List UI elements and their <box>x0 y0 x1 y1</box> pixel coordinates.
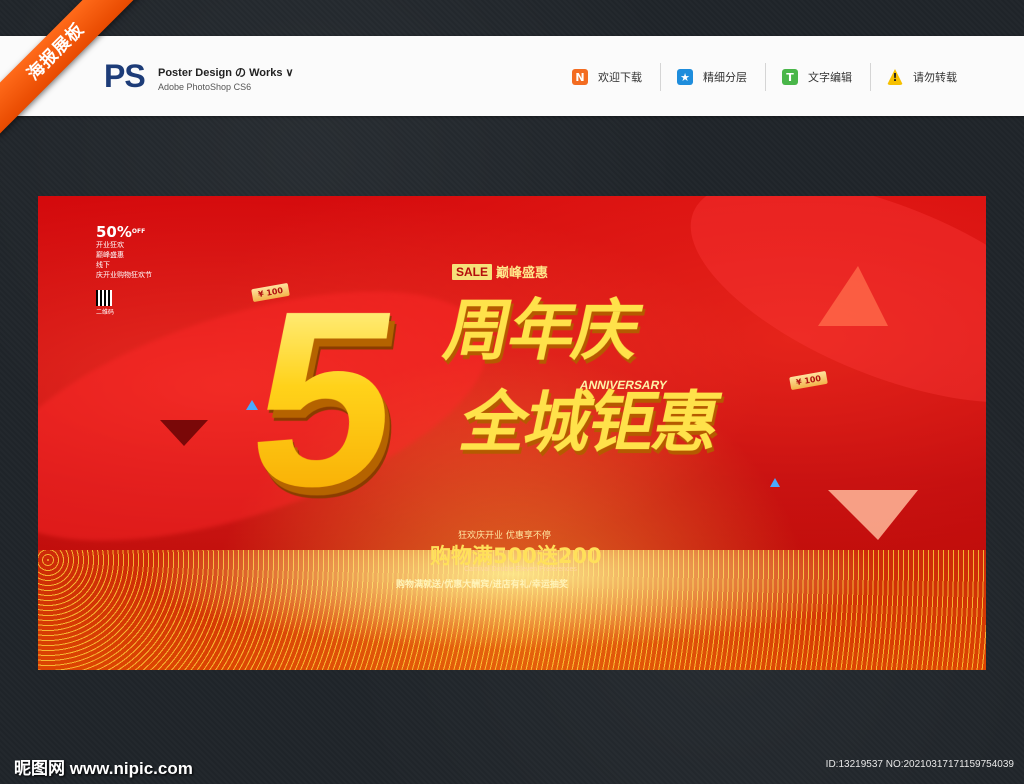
english-subtitle: Carnival Double Eleven Preferences <box>464 566 577 573</box>
warning-icon: ! <box>887 69 903 85</box>
qr-label: 二维码 <box>96 309 115 316</box>
feature-label: 欢迎下载 <box>598 71 642 84</box>
corner-ribbon: 海报展板 <box>0 0 150 150</box>
brand-subtitle: Adobe PhotoShop CS6 <box>158 82 252 92</box>
triangle-decoration <box>828 490 918 540</box>
title-city-discount: 全城钜惠 <box>453 384 727 461</box>
header-feature-list: N 欢迎下载 ★ 精细分层 T 文字编辑 ! 请勿转载 <box>572 63 975 91</box>
brand-title: Poster Design の Works ∨ <box>158 67 294 79</box>
text-t-icon: T <box>782 69 798 85</box>
corner-line: 庆开业购物狂欢节 <box>96 271 152 279</box>
feature-label: 请勿转载 <box>913 71 957 84</box>
corner-info: 50%OFF 开业狂欢 巅峰盛惠 线下 庆开业购物狂欢节 二维码 <box>96 224 152 318</box>
corner-line: 线下 <box>96 261 110 269</box>
triangle-decoration <box>770 478 780 487</box>
sale-tag: SALE <box>452 263 493 280</box>
triangle-decoration <box>818 266 888 326</box>
sale-row: SALE 巅峰盛惠 <box>452 262 548 281</box>
ribbon-label: 海报展板 <box>0 0 140 136</box>
divider <box>660 63 661 91</box>
triangle-decoration <box>160 420 208 446</box>
feature-label: 文字编辑 <box>808 71 852 84</box>
qr-code-icon <box>96 290 112 306</box>
feature-no-repost: ! 请勿转载 <box>887 69 975 85</box>
feature-text-edit: T 文字编辑 <box>782 69 870 85</box>
sale-text: 巅峰盛惠 <box>496 266 549 281</box>
title-anniversary: 周年庆 <box>437 292 647 369</box>
divider <box>765 63 766 91</box>
header-bar: PS Poster Design の Works ∨ Adobe PhotoSh… <box>0 36 1024 116</box>
feature-label: 精细分层 <box>703 71 747 84</box>
percent-text: 50% <box>96 223 132 241</box>
poster-image: 50%OFF 开业狂欢 巅峰盛惠 线下 庆开业购物狂欢节 二维码 ¥ 100 ¥… <box>38 196 986 670</box>
star-icon: ★ <box>677 69 693 85</box>
perks-line: 购物满就送/优惠大酬宾/进店有礼/幸运抽奖 <box>396 580 568 590</box>
site-watermark: 昵图网 www.nipic.com <box>14 759 193 778</box>
divider <box>870 63 871 91</box>
price-tag: ¥ 100 <box>789 370 828 391</box>
n-icon: N <box>572 69 588 85</box>
corner-line: 巅峰盛惠 <box>96 251 124 259</box>
feature-download: N 欢迎下载 <box>572 69 660 85</box>
image-id: ID:13219537 NO:20210317171159754039 <box>825 759 1014 770</box>
corner-line: 开业狂欢 <box>96 241 124 249</box>
feature-layers: ★ 精细分层 <box>677 69 765 85</box>
off-text: OFF <box>131 228 146 235</box>
discount-percent: 50%OFF <box>96 224 152 240</box>
